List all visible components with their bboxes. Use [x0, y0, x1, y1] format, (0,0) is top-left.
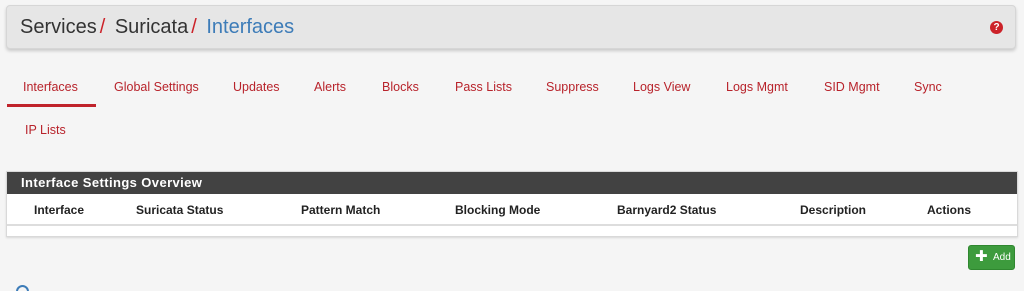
tab-suppress[interactable]: Suppress — [546, 79, 599, 95]
panel-title: Interface Settings Overview — [21, 175, 203, 190]
info-circle-icon[interactable] — [16, 285, 29, 291]
tab-ip-lists[interactable]: IP Lists — [25, 122, 66, 138]
tab-updates[interactable]: Updates — [233, 79, 280, 95]
table-header-divider — [7, 224, 1017, 226]
breadcrumb: Services / Suricata / Interfaces — [20, 15, 294, 39]
add-button-label: Add — [993, 252, 1011, 263]
breadcrumb-separator: / — [191, 16, 197, 38]
tab-sync[interactable]: Sync — [914, 79, 942, 95]
column-header-barnyard2-status: Barnyard2 Status — [617, 203, 717, 217]
column-header-blocking-mode: Blocking Mode — [455, 203, 541, 217]
column-header-suricata-status: Suricata Status — [136, 203, 224, 217]
interface-settings-panel: Interface Settings Overview Interface Su… — [6, 171, 1018, 237]
tab-logs-view[interactable]: Logs View — [633, 79, 690, 95]
tab-blocks[interactable]: Blocks — [382, 79, 419, 95]
active-tab-indicator — [7, 104, 96, 107]
tab-pass-lists[interactable]: Pass Lists — [455, 79, 512, 95]
column-header-description: Description — [800, 203, 867, 217]
breadcrumb-item-interfaces[interactable]: Interfaces — [206, 16, 294, 38]
breadcrumb-bar: Services / Suricata / Interfaces ? — [6, 5, 1016, 49]
tab-global-settings[interactable]: Global Settings — [114, 79, 199, 95]
breadcrumb-item-services[interactable]: Services — [20, 16, 97, 38]
column-header-interface: Interface — [34, 203, 85, 217]
suricata-interfaces-page: Services / Suricata / Interfaces ? Interfa… — [0, 0, 1024, 291]
tab-interfaces[interactable]: Interfaces — [23, 79, 78, 95]
column-header-pattern-match: Pattern Match — [301, 203, 381, 217]
tab-logs-mgmt[interactable]: Logs Mgmt — [726, 79, 788, 95]
tab-alerts[interactable]: Alerts — [314, 79, 346, 95]
column-header-actions: Actions — [927, 203, 972, 217]
plus-icon: ✚ — [975, 248, 988, 265]
panel-heading: Interface Settings Overview — [7, 172, 1017, 194]
add-interface-button[interactable]: ✚ Add — [968, 245, 1015, 270]
breadcrumb-separator: / — [99, 16, 106, 38]
question-circle-icon[interactable]: ? — [990, 21, 1003, 34]
breadcrumb-item-suricata[interactable]: Suricata — [115, 16, 188, 38]
tab-sid-mgmt[interactable]: SID Mgmt — [824, 79, 880, 95]
